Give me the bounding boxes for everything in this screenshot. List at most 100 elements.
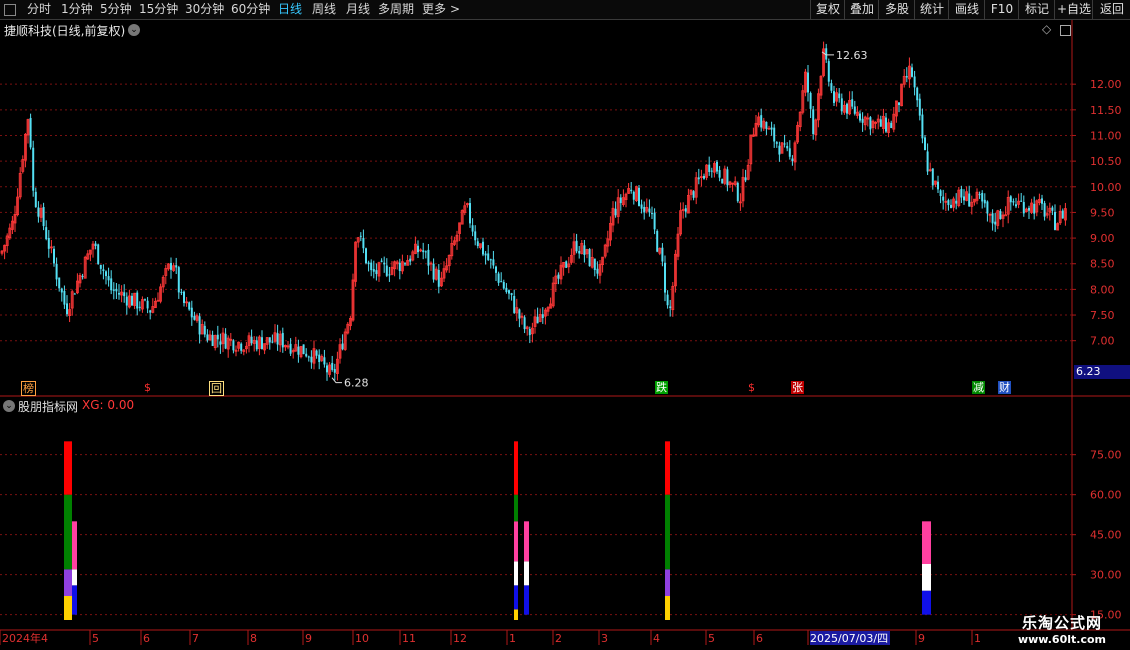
candle-body [638,187,640,206]
event-marker-dollar-2[interactable]: $ [747,381,756,394]
window-menu-icon[interactable] [4,4,16,16]
candle-body [718,170,721,178]
candle-body [380,260,383,262]
candle-body [1022,202,1025,214]
period-tab-60min[interactable]: 60分钟 [231,2,270,17]
candle-body [710,170,713,172]
event-marker-rise[interactable]: 张 [791,381,804,394]
candle-body [721,178,724,184]
candle-body [773,127,776,142]
candle-body [318,354,321,363]
candle-body [918,98,921,116]
more-chevron-icon[interactable]: > [450,2,460,17]
candle-body [37,207,40,217]
candle-body [898,102,900,106]
indicator-bar-segment [665,494,670,570]
period-tab-monthly[interactable]: 月线 [346,2,370,17]
candle-body [32,147,35,191]
candle-body [630,189,633,192]
main-grid [0,20,1130,631]
candle-body [541,314,544,319]
candle-body [783,143,786,145]
candle-body [432,263,435,280]
event-marker-dollar[interactable]: $ [143,381,152,394]
date-axis: 2024年4 5 6 7 8 9 10 11 12 1 2 3 4 5 6 2025/07/03/四 9 1 [0,630,981,645]
candle-body [297,346,300,355]
candle-body [593,258,596,271]
statistics-button[interactable]: 统计 [914,0,949,19]
candle-body [827,61,830,82]
period-tab-15min[interactable]: 15分钟 [139,2,178,17]
candle-body [588,249,591,267]
candle-body [175,265,178,268]
date-label: 6 [756,632,763,645]
candle-body [146,300,149,309]
candle-body [536,316,539,324]
event-marker-finance[interactable]: 财 [998,381,1011,394]
price-candles[interactable] [0,41,1067,381]
overlay-button[interactable]: 叠加 [844,0,879,19]
candle-body [838,93,841,99]
indicator-dropdown-icon[interactable]: ⌄ [3,400,15,412]
candle-body [583,245,586,256]
candle-body [981,192,984,202]
candle-body [110,278,113,291]
price-tick-label: 11.50 [1090,104,1122,117]
add-watchlist-button[interactable]: +自选 [1054,0,1093,19]
indicator-tick-label: 60.00 [1090,489,1122,502]
candle-body [97,244,100,265]
period-tab-more[interactable]: 更多 [422,2,446,17]
candle-body [404,263,406,265]
multi-stock-button[interactable]: 多股 [878,0,915,19]
price-tick-label: 12.00 [1090,78,1122,91]
candle-body [703,175,705,179]
candle-body [1054,212,1056,230]
event-marker-reduce[interactable]: 减 [972,381,985,394]
candle-body [115,288,118,292]
period-tab-5min[interactable]: 5分钟 [100,2,132,17]
period-tab-multi[interactable]: 多周期 [378,2,414,17]
mark-button[interactable]: 标记 [1018,0,1055,19]
event-marker-rank[interactable]: 榜 [21,381,36,396]
indicator-bar-segment [514,521,518,562]
indicator-bar-segment [514,494,518,522]
candle-body [60,288,63,293]
title-dropdown-icon[interactable]: ⌄ [128,24,140,36]
candle-body [651,213,653,215]
indicator-bar-segment [72,521,77,570]
candle-body [846,103,848,114]
candle-body [144,299,146,301]
price-tick-label: 8.00 [1090,283,1115,296]
event-marker-return[interactable]: 回 [209,381,224,396]
candle-body [942,196,945,201]
candle-body [102,269,105,271]
period-tab-minute[interactable]: 分时 [27,2,51,17]
candle-body [510,293,513,295]
diamond-icon[interactable]: ◇ [1042,22,1051,36]
candle-body [1061,210,1064,219]
candle-body [489,259,492,261]
period-tab-weekly[interactable]: 周线 [312,2,336,17]
indicator-bar-segment [72,569,77,586]
indicator-bar-segment [922,564,931,591]
panel-toggle-icon[interactable] [1060,25,1071,36]
candle-body [986,201,989,214]
candle-body [807,72,809,93]
event-marker-fall[interactable]: 跌 [655,381,668,394]
candle-body [656,230,659,252]
candle-body [388,274,391,276]
candle-body [365,248,367,264]
candle-body [362,237,365,249]
chart-canvas[interactable]: 12.00 11.50 11.00 10.50 10.00 9.50 9.00 8.50 8.0… [0,20,1130,650]
candle-body [991,213,994,224]
period-tab-1min[interactable]: 1分钟 [61,2,93,17]
draw-line-button[interactable]: 画线 [948,0,985,19]
f10-button[interactable]: F10 [984,0,1019,19]
restore-rights-button[interactable]: 复权 [810,0,845,19]
period-tab-daily[interactable]: 日线 [278,2,302,17]
candle-body [66,303,68,315]
candle-body [63,290,66,305]
back-button[interactable]: 返回 [1092,0,1130,19]
indicator-bars[interactable] [64,441,931,620]
period-tab-30min[interactable]: 30分钟 [185,2,224,17]
